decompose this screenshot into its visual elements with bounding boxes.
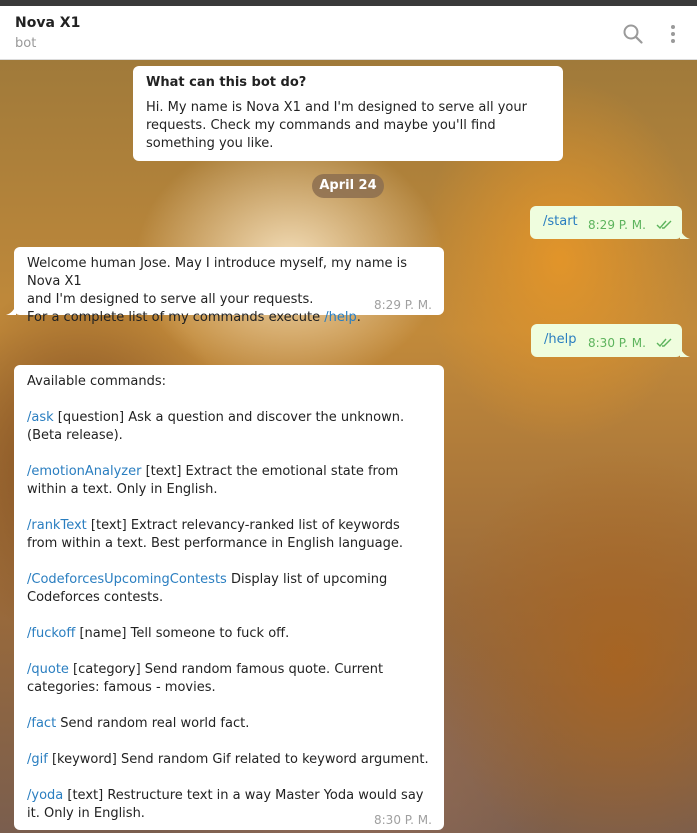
command-item: /ask [question] Ask a question and disco…	[27, 409, 431, 445]
command-desc: [name] Tell someone to fuck off.	[75, 626, 290, 641]
welcome-line-3-prefix: For a complete list of my commands execu…	[27, 310, 325, 325]
bubble-tail	[680, 347, 690, 357]
bot-info-heading: What can this bot do?	[146, 75, 307, 90]
chat-title[interactable]: Nova X1	[15, 15, 80, 31]
command-link-help-sent[interactable]: /help	[544, 331, 576, 349]
command-link[interactable]: /rankText	[27, 518, 87, 533]
bubble-tail	[680, 229, 690, 239]
welcome-line-3: For a complete list of my commands execu…	[27, 309, 431, 327]
message-time: 8:29 P. M.	[374, 298, 432, 312]
command-link[interactable]: /yoda	[27, 788, 63, 803]
command-desc: [question] Ask a question and discover t…	[27, 410, 405, 443]
command-item: /fact Send random real world fact.	[27, 715, 431, 733]
double-check-icon	[656, 338, 672, 348]
chat-area[interactable]: What can this bot do? Hi. My name is Nov…	[0, 60, 697, 833]
message-time: 8:30 P. M.	[374, 813, 432, 827]
outgoing-message-start[interactable]: /start 8:29 P. M.	[530, 206, 682, 239]
command-item: /gif [keyword] Send random Gif related t…	[27, 751, 431, 769]
command-link-start[interactable]: /start	[543, 213, 578, 231]
incoming-message-commands[interactable]: Available commands: /ask [question] Ask …	[14, 365, 444, 830]
bot-info-card: What can this bot do? Hi. My name is Nov…	[133, 66, 563, 161]
command-link[interactable]: /fuckoff	[27, 626, 75, 641]
command-item: /quote [category] Send random famous quo…	[27, 661, 431, 697]
more-vertical-icon[interactable]	[666, 23, 680, 45]
command-link-help[interactable]: /help	[324, 310, 356, 325]
welcome-line-3-suffix: .	[356, 310, 361, 325]
command-link[interactable]: /fact	[27, 716, 56, 731]
command-item: /rankText [text] Extract relevancy-ranke…	[27, 517, 431, 553]
welcome-line-1: Welcome human Jose. May I introduce myse…	[27, 256, 408, 289]
search-icon[interactable]	[622, 23, 644, 45]
incoming-message-welcome[interactable]: Welcome human Jose. May I introduce myse…	[14, 247, 444, 325]
chat-header: Nova X1 bot	[0, 6, 697, 60]
command-desc: [text] Restructure text in a way Master …	[27, 788, 424, 821]
command-item: /emotionAnalyzer [text] Extract the emot…	[27, 463, 431, 499]
welcome-line-2: and I'm designed to serve all your reque…	[27, 292, 314, 307]
double-check-icon	[656, 220, 672, 230]
chat-subtitle: bot	[15, 36, 37, 51]
command-item: /CodeforcesUpcomingContests Display list…	[27, 571, 431, 607]
command-link[interactable]: /quote	[27, 662, 69, 677]
command-desc: [category] Send random famous quote. Cur…	[27, 662, 384, 695]
outgoing-message-help[interactable]: /help 8:30 P. M.	[531, 324, 682, 357]
command-desc: [keyword] Send random Gif related to key…	[47, 752, 429, 767]
bubble-tail	[6, 305, 16, 315]
commands-intro: Available commands:	[27, 374, 167, 389]
command-link[interactable]: /emotionAnalyzer	[27, 464, 141, 479]
message-time: 8:30 P. M.	[588, 336, 646, 350]
command-link[interactable]: /gif	[27, 752, 48, 767]
command-item: /fuckoff [name] Tell someone to fuck off…	[27, 625, 431, 643]
command-item: /yoda [text] Restructure text in a way M…	[27, 787, 431, 823]
command-link[interactable]: /CodeforcesUpcomingContests	[27, 572, 227, 587]
message-time: 8:29 P. M.	[588, 218, 646, 232]
bot-info-body: Hi. My name is Nova X1 and I'm designed …	[146, 100, 527, 151]
date-separator: April 24	[312, 174, 384, 198]
command-link[interactable]: /ask	[27, 410, 54, 425]
command-desc: Send random real world fact.	[56, 716, 250, 731]
